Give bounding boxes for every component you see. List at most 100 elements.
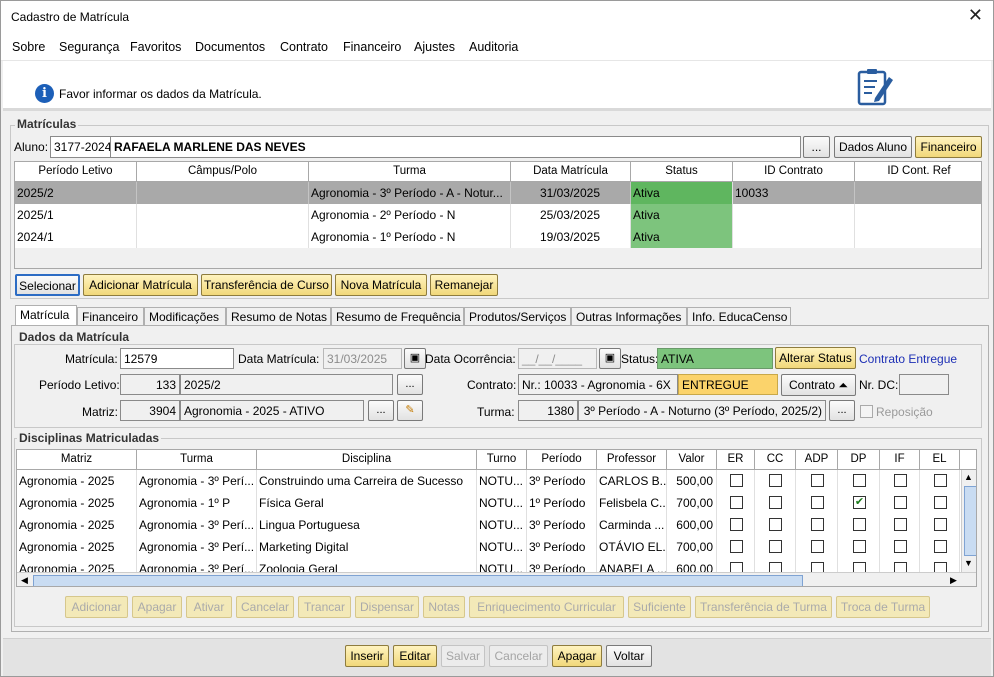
tab-modificacoes[interactable]: Modificações <box>144 307 226 326</box>
table-row[interactable]: Agronomia - 2025 Agronomia - 3º Perí... Co… <box>17 470 961 492</box>
disc-ativar-button[interactable]: Ativar <box>186 596 232 618</box>
dp-checkbox[interactable] <box>853 474 866 487</box>
flag-checkbox[interactable] <box>934 496 947 509</box>
col-turma[interactable]: Turma <box>309 162 511 182</box>
flag-checkbox[interactable] <box>934 474 947 487</box>
menu-sobre[interactable]: Sobre <box>12 40 45 54</box>
table-row[interactable]: Agronomia - 2025 Agronomia - 3º Perí... Li… <box>17 514 961 536</box>
matricula-field[interactable]: 12579 <box>120 348 234 369</box>
flag-checkbox[interactable] <box>811 496 824 509</box>
flag-checkbox[interactable] <box>934 540 947 553</box>
disc-troca-turma-button[interactable]: Troca de Turma <box>836 596 930 618</box>
flag-checkbox[interactable] <box>934 518 947 531</box>
matriz-search-button[interactable]: ... <box>368 400 394 421</box>
col-valor[interactable]: Valor <box>667 450 717 470</box>
aluno-code-field[interactable]: 3177-2024 <box>50 136 111 158</box>
nova-matricula-button[interactable]: Nova Matrícula <box>335 274 427 296</box>
col-el[interactable]: EL <box>920 450 960 470</box>
data-ocorrencia-field[interactable]: __/__/____ <box>518 348 597 369</box>
col-periodo-letivo[interactable]: Período Letivo <box>15 162 137 182</box>
flag-checkbox[interactable] <box>894 540 907 553</box>
flag-checkbox[interactable] <box>811 540 824 553</box>
table-row[interactable]: 2024/1 Agronomia - 1º Período - N 19/03/… <box>15 226 981 248</box>
col-disciplina[interactable]: Disciplina <box>257 450 477 470</box>
dp-checkbox[interactable]: ✔ <box>853 496 866 509</box>
table-row[interactable]: 2025/2 Agronomia - 3º Período - A - Notu… <box>15 182 981 204</box>
voltar-button[interactable]: Voltar <box>606 645 652 667</box>
menu-contrato[interactable]: Contrato <box>280 40 328 54</box>
tab-produtos-servicos[interactable]: Produtos/Serviços <box>464 307 571 326</box>
scroll-right-icon[interactable]: ▶ <box>950 575 957 586</box>
nr-dc-field[interactable] <box>899 374 949 395</box>
col-data-matricula[interactable]: Data Matrícula <box>511 162 631 182</box>
dp-checkbox[interactable] <box>853 540 866 553</box>
tab-outras-informacoes[interactable]: Outras Informações <box>571 307 687 326</box>
aluno-search-button[interactable]: ... <box>803 136 830 158</box>
reposicao-checkbox[interactable] <box>860 405 873 418</box>
calendar-icon[interactable]: ▣ <box>599 348 621 369</box>
col-turno[interactable]: Turno <box>477 450 527 470</box>
periodo-search-button[interactable]: ... <box>397 374 423 395</box>
disc-adicionar-button[interactable]: Adicionar <box>65 596 128 618</box>
col-id-contrato[interactable]: ID Contrato <box>733 162 855 182</box>
inserir-button[interactable]: Inserir <box>345 645 389 667</box>
flag-checkbox[interactable] <box>730 518 743 531</box>
editar-button[interactable]: Editar <box>393 645 437 667</box>
col-status[interactable]: Status <box>631 162 733 182</box>
menu-auditoria[interactable]: Auditoria <box>469 40 518 54</box>
menu-financeiro[interactable]: Financeiro <box>343 40 401 54</box>
col-turma[interactable]: Turma <box>137 450 257 470</box>
col-periodo[interactable]: Período <box>527 450 597 470</box>
col-cc[interactable]: CC <box>755 450 796 470</box>
selecionar-button[interactable]: Selecionar <box>15 274 80 296</box>
table-row[interactable]: 2025/1 Agronomia - 2º Período - N 25/03/… <box>15 204 981 226</box>
close-icon[interactable]: ✕ <box>968 5 983 26</box>
scroll-down-icon[interactable]: ▼ <box>964 558 973 568</box>
financeiro-button[interactable]: Financeiro <box>915 136 982 158</box>
flag-checkbox[interactable] <box>769 518 782 531</box>
hscroll-thumb[interactable] <box>33 575 803 586</box>
calendar-icon[interactable]: ▣ <box>404 348 426 369</box>
table-row[interactable]: Agronomia - 2025 Agronomia - 1º P Física G… <box>17 492 961 514</box>
col-professor[interactable]: Professor <box>597 450 667 470</box>
menu-ajustes[interactable]: Ajustes <box>414 40 455 54</box>
apagar-button[interactable]: Apagar <box>552 645 602 667</box>
data-matricula-field[interactable]: 31/03/2025 <box>323 348 402 369</box>
col-adp[interactable]: ADP <box>796 450 838 470</box>
tab-resumo-frequencia[interactable]: Resumo de Frequência <box>331 307 464 326</box>
tab-info-educacenso[interactable]: Info. EducaCenso <box>687 307 791 326</box>
dp-checkbox[interactable] <box>853 518 866 531</box>
scroll-thumb[interactable] <box>964 486 976 556</box>
disc-dispensar-button[interactable]: Dispensar <box>355 596 419 618</box>
col-matriz[interactable]: Matriz <box>17 450 137 470</box>
scroll-up-icon[interactable]: ▲ <box>964 472 973 482</box>
flag-checkbox[interactable] <box>894 474 907 487</box>
disc-enriquecimento-button[interactable]: Enriquecimento Curricular <box>469 596 624 618</box>
salvar-button[interactable]: Salvar <box>441 645 485 667</box>
col-campus-polo[interactable]: Câmpus/Polo <box>137 162 309 182</box>
menu-favoritos[interactable]: Favoritos <box>130 40 181 54</box>
flag-checkbox[interactable] <box>769 540 782 553</box>
horizontal-scrollbar[interactable]: ◀ ▶ <box>17 572 976 586</box>
flag-checkbox[interactable] <box>730 474 743 487</box>
aluno-name-field[interactable]: RAFAELA MARLENE DAS NEVES <box>110 136 801 158</box>
flag-checkbox[interactable] <box>811 474 824 487</box>
flag-checkbox[interactable] <box>894 496 907 509</box>
col-if[interactable]: IF <box>880 450 920 470</box>
flag-checkbox[interactable] <box>769 474 782 487</box>
vertical-scrollbar[interactable]: ▲ ▼ <box>961 470 976 572</box>
disc-apagar-button[interactable]: Apagar <box>132 596 182 618</box>
contrato-entregue-link[interactable]: Contrato Entregue <box>859 352 957 366</box>
alterar-status-button[interactable]: Alterar Status <box>775 347 856 369</box>
disc-cancelar-button[interactable]: Cancelar <box>236 596 294 618</box>
transferencia-curso-button[interactable]: Transferência de Curso <box>201 274 332 296</box>
scroll-left-icon[interactable]: ◀ <box>21 575 28 586</box>
flag-checkbox[interactable] <box>811 518 824 531</box>
disc-notas-button[interactable]: Notas <box>423 596 465 618</box>
flag-checkbox[interactable] <box>769 496 782 509</box>
menu-seguranca[interactable]: Segurança <box>59 40 119 54</box>
tab-financeiro[interactable]: Financeiro <box>77 307 144 326</box>
flag-checkbox[interactable] <box>730 496 743 509</box>
contrato-dropdown-button[interactable]: Contrato ⏶ <box>781 374 856 396</box>
col-er[interactable]: ER <box>717 450 755 470</box>
